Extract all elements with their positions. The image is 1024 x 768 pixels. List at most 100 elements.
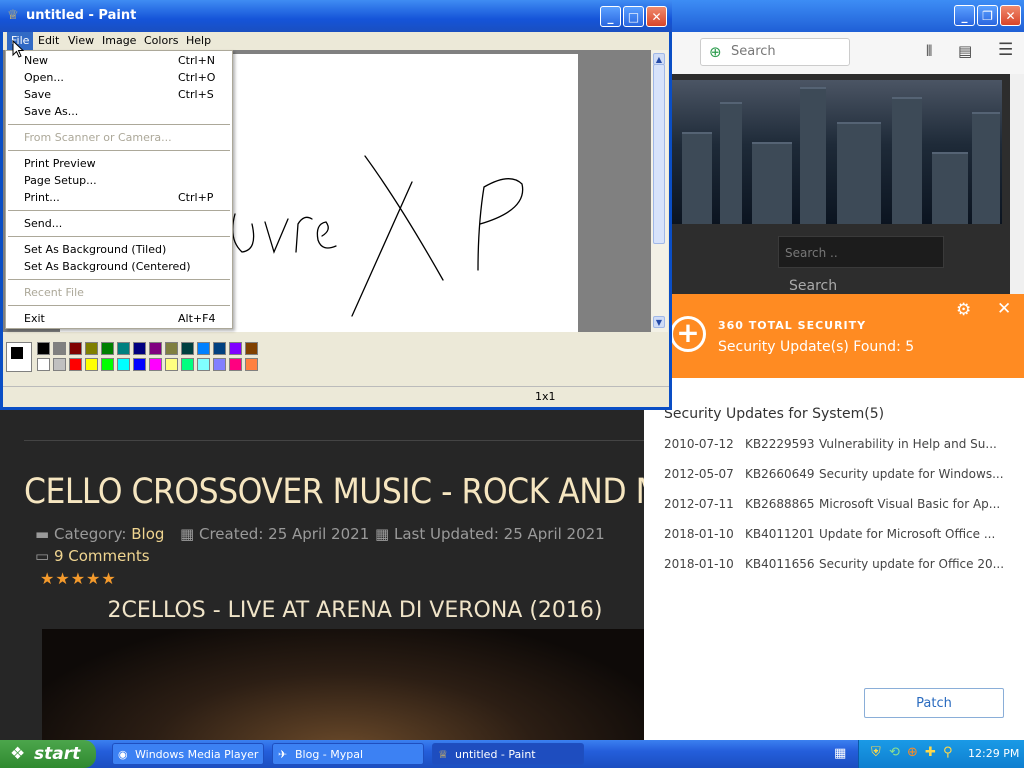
- color-swatch[interactable]: [245, 358, 258, 371]
- browser-scrollbar[interactable]: [1010, 74, 1024, 294]
- close-icon[interactable]: ✕: [646, 6, 667, 27]
- color-swatch[interactable]: [37, 342, 50, 355]
- swatch-grid[interactable]: [37, 342, 267, 374]
- shortcut-save: Ctrl+S: [178, 88, 214, 101]
- color-swatch[interactable]: [117, 342, 130, 355]
- color-swatch[interactable]: [117, 358, 130, 371]
- browser-toolbar: ⊕ Search ⫴ ▤ ☰: [640, 32, 1024, 75]
- browser-title-bar[interactable]: _ ❐ ✕: [640, 0, 1024, 32]
- file-menu: New Ctrl+N Open... Ctrl+O Save Ctrl+S Sa…: [5, 50, 233, 329]
- task-paint[interactable]: ♕ untitled - Paint: [432, 743, 584, 765]
- search-icon: ⊕: [709, 43, 722, 61]
- menu-item-page-setup[interactable]: Page Setup...: [24, 174, 97, 187]
- scroll-thumb[interactable]: [653, 64, 665, 244]
- shield-icon[interactable]: ⛨: [871, 745, 881, 760]
- task-label: untitled - Paint: [455, 748, 536, 761]
- update-row[interactable]: 2010-07-12 KB2229593 Vulnerability in He…: [664, 437, 1004, 455]
- paint-vertical-scrollbar[interactable]: ▲ ▼: [651, 50, 668, 332]
- menu-colors[interactable]: Colors: [140, 32, 182, 50]
- task-blog-mypal[interactable]: ✈ Blog - Mypal: [272, 743, 424, 765]
- color-swatch[interactable]: [133, 342, 146, 355]
- restore-icon[interactable]: ❐: [977, 5, 998, 26]
- paint-app-icon[interactable]: ♕: [7, 8, 19, 23]
- category-link[interactable]: Blog: [131, 525, 164, 543]
- site-search-button[interactable]: Search: [789, 278, 837, 294]
- color-swatch[interactable]: [101, 358, 114, 371]
- video-player[interactable]: [42, 629, 644, 740]
- current-colors[interactable]: [6, 342, 32, 372]
- library-icon[interactable]: ⫴: [926, 42, 932, 60]
- color-swatch[interactable]: [181, 342, 194, 355]
- keyboard-icon[interactable]: ▦: [834, 746, 846, 761]
- color-swatch[interactable]: [197, 342, 210, 355]
- hamburger-menu-icon[interactable]: ☰: [998, 40, 1013, 60]
- update-row[interactable]: 2012-05-07 KB2660649 Security update for…: [664, 467, 1004, 485]
- color-swatch[interactable]: [197, 358, 210, 371]
- menu-edit[interactable]: Edit: [34, 32, 63, 50]
- color-swatch[interactable]: [213, 342, 226, 355]
- color-swatch[interactable]: [229, 342, 242, 355]
- menu-item-new[interactable]: New: [24, 54, 48, 67]
- network-icon[interactable]: ⟲: [889, 745, 900, 760]
- color-swatch[interactable]: [229, 358, 242, 371]
- rating-stars[interactable]: ★★★★★: [40, 569, 117, 588]
- shortcut-new: Ctrl+N: [178, 54, 216, 67]
- close-icon[interactable]: ✕: [997, 299, 1011, 319]
- menu-item-bg-centered[interactable]: Set As Background (Centered): [24, 260, 191, 273]
- color-swatch[interactable]: [53, 358, 66, 371]
- update-date: 2018-01-10: [664, 557, 734, 571]
- color-swatch[interactable]: [181, 358, 194, 371]
- sidebar-icon[interactable]: ▤: [958, 42, 972, 60]
- menu-view[interactable]: View: [64, 32, 98, 50]
- color-swatch[interactable]: [85, 342, 98, 355]
- search-icon[interactable]: ⚲: [943, 745, 953, 760]
- menu-image[interactable]: Image: [98, 32, 140, 50]
- update-row[interactable]: 2018-01-10 KB4011656 Security update for…: [664, 557, 1004, 575]
- paint-title-bar[interactable]: ♕ untitled - Paint _ □ ✕: [0, 0, 672, 32]
- plus-tray-icon[interactable]: ✚: [925, 745, 936, 760]
- paint-menubar: File Edit View Image Colors Help: [3, 32, 669, 50]
- patch-button[interactable]: Patch: [864, 688, 1004, 718]
- color-swatch[interactable]: [85, 358, 98, 371]
- scroll-down-icon[interactable]: ▼: [653, 316, 665, 328]
- menu-item-save[interactable]: Save: [24, 88, 51, 101]
- menu-item-exit[interactable]: Exit: [24, 312, 45, 325]
- color-swatch[interactable]: [69, 358, 82, 371]
- minimize-icon[interactable]: _: [600, 6, 621, 27]
- color-swatch[interactable]: [37, 358, 50, 371]
- color-swatch[interactable]: [213, 358, 226, 371]
- comments-link[interactable]: 9 Comments: [54, 547, 150, 565]
- site-search-input[interactable]: Search ..: [778, 236, 944, 268]
- color-swatch[interactable]: [165, 358, 178, 371]
- maximize-icon[interactable]: □: [623, 6, 644, 27]
- menu-item-recent-file: Recent File: [24, 286, 84, 299]
- menu-item-open[interactable]: Open...: [24, 71, 64, 84]
- update-row[interactable]: 2018-01-10 KB4011201 Update for Microsof…: [664, 527, 1004, 545]
- minimize-icon[interactable]: _: [954, 5, 975, 26]
- menu-item-bg-tiled[interactable]: Set As Background (Tiled): [24, 243, 166, 256]
- update-desc: Security update for Office 20...: [819, 557, 1005, 571]
- gear-icon[interactable]: ⚙: [956, 300, 971, 320]
- task-windows-media-player[interactable]: ◉ Windows Media Player: [112, 743, 264, 765]
- color-swatch[interactable]: [149, 342, 162, 355]
- menu-item-print[interactable]: Print...: [24, 191, 60, 204]
- site-search-placeholder: Search ..: [785, 246, 838, 260]
- color-swatch[interactable]: [101, 342, 114, 355]
- close-icon[interactable]: ✕: [1000, 5, 1021, 26]
- security-tray-icon[interactable]: ⊕: [907, 745, 918, 760]
- menu-item-print-preview[interactable]: Print Preview: [24, 157, 96, 170]
- color-swatch[interactable]: [149, 358, 162, 371]
- browser-search-box[interactable]: ⊕ Search: [700, 38, 850, 66]
- color-swatch[interactable]: [133, 358, 146, 371]
- menu-item-save-as[interactable]: Save As...: [24, 105, 78, 118]
- menu-item-send[interactable]: Send...: [24, 217, 62, 230]
- windows-logo-icon: ❖: [10, 744, 26, 764]
- start-button[interactable]: ❖ start: [0, 740, 96, 768]
- color-swatch[interactable]: [53, 342, 66, 355]
- menu-help[interactable]: Help: [182, 32, 215, 50]
- article-title[interactable]: CELLO CROSSOVER MUSIC - ROCK AND METAL: [24, 472, 736, 512]
- update-row[interactable]: 2012-07-11 KB2688865 Microsoft Visual Ba…: [664, 497, 1004, 515]
- color-swatch[interactable]: [245, 342, 258, 355]
- color-swatch[interactable]: [165, 342, 178, 355]
- color-swatch[interactable]: [69, 342, 82, 355]
